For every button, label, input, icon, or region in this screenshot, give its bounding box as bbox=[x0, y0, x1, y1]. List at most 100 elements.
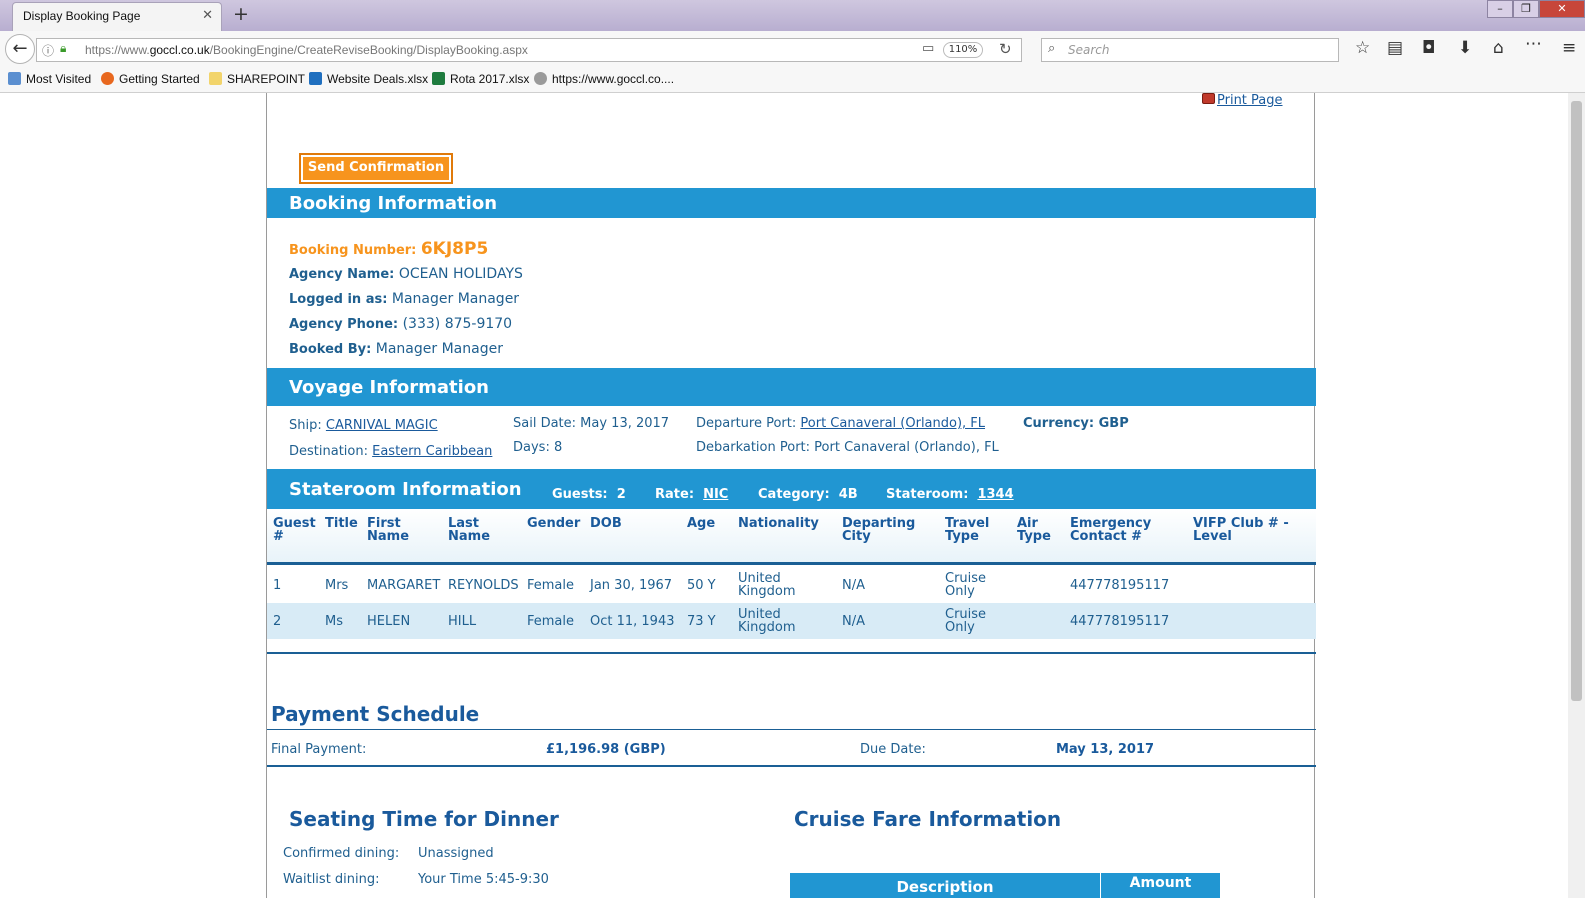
tab-close-icon[interactable]: ✕ bbox=[202, 8, 213, 23]
bookmark-most-visited[interactable]: Most Visited bbox=[8, 72, 91, 86]
stateroom-number: Stateroom: 1344 bbox=[886, 487, 1014, 502]
bookmark-rota[interactable]: Rota 2017.xlsx bbox=[432, 72, 529, 86]
search-placeholder: Search bbox=[1068, 43, 1110, 57]
reader-view-icon[interactable]: ▭ bbox=[922, 41, 934, 56]
stateroom-link[interactable]: 1344 bbox=[977, 487, 1013, 502]
final-payment-amount: £1,196.98 (GBP) bbox=[546, 742, 666, 757]
browser-tab[interactable]: Display Booking Page ✕ bbox=[12, 2, 222, 31]
ship-row: Ship: CARNIVAL MAGIC bbox=[289, 418, 438, 433]
ship-link[interactable]: CARNIVAL MAGIC bbox=[326, 418, 438, 433]
col-last-name: Last Name bbox=[448, 516, 491, 544]
table-row: 1 Mrs MARGARET REYNOLDS Female Jan 30, 1… bbox=[273, 571, 1170, 599]
category: Category: 4B bbox=[758, 487, 858, 502]
agency-name-row: Agency Name: OCEAN HOLIDAYS bbox=[289, 266, 523, 282]
agency-phone: (333) 875-9170 bbox=[402, 316, 513, 332]
minimize-icon[interactable]: – bbox=[1487, 0, 1513, 18]
site-info-icon[interactable]: ⓘ bbox=[42, 42, 54, 59]
final-payment-label: Final Payment: bbox=[271, 742, 367, 757]
col-title: Title bbox=[325, 516, 358, 531]
back-arrow-icon[interactable]: ← bbox=[5, 34, 35, 64]
lock-icon: 🔒︎ bbox=[60, 41, 67, 55]
booked-by-row: Booked By: Manager Manager bbox=[289, 341, 503, 357]
window-close-icon[interactable]: ✕ bbox=[1539, 0, 1585, 18]
voyage-info-title: Voyage Information bbox=[289, 377, 489, 398]
bookmark-website-deals[interactable]: Website Deals.xlsx bbox=[309, 72, 428, 86]
folder-icon bbox=[209, 72, 222, 85]
vertical-scrollbar[interactable] bbox=[1568, 93, 1585, 898]
agency-phone-row: Agency Phone: (333) 875-9170 bbox=[289, 316, 513, 332]
new-tab-icon[interactable]: + bbox=[233, 3, 249, 25]
pocket-icon[interactable]: ◘ bbox=[1422, 38, 1435, 58]
booking-number-row: Booking Number: 6KJ8P5 bbox=[289, 239, 489, 259]
col-travel-type: Travel Type bbox=[945, 516, 990, 544]
download-icon[interactable]: ⬇ bbox=[1458, 38, 1472, 58]
dining-title: Seating Time for Dinner bbox=[289, 807, 559, 831]
booking-info-title: Booking Information bbox=[289, 193, 498, 214]
bookmarks-toolbar: Most Visited Getting Started SHAREPOINT … bbox=[0, 67, 1585, 93]
due-date: May 13, 2017 bbox=[1056, 742, 1155, 757]
scrollbar-thumb[interactable] bbox=[1571, 101, 1582, 701]
guest-table-header: Guest # Title First Name Last Name Gender D… bbox=[267, 509, 1316, 565]
destination-link[interactable]: Eastern Caribbean bbox=[372, 444, 492, 459]
voyage-info-header: Voyage Information bbox=[267, 368, 1316, 406]
confirmed-dining-value: Unassigned bbox=[418, 846, 494, 861]
rate-link[interactable]: NIC bbox=[703, 487, 728, 502]
currency-row: Currency: GBP bbox=[1023, 416, 1129, 431]
cruise-fare-title: Cruise Fare Information bbox=[794, 807, 1062, 831]
table-divider bbox=[267, 652, 1316, 654]
bookmark-goccl[interactable]: https://www.goccl.co.... bbox=[534, 72, 674, 86]
bookmark-getting-started[interactable]: Getting Started bbox=[101, 72, 200, 86]
fare-table-header: Description Amount bbox=[790, 873, 1220, 898]
payment-divider-bottom bbox=[267, 765, 1316, 767]
due-date-label: Due Date: bbox=[860, 742, 926, 757]
payment-schedule-title: Payment Schedule bbox=[271, 702, 480, 726]
days-row: Days: 8 bbox=[513, 440, 563, 455]
excel-icon bbox=[432, 72, 445, 85]
waitlist-dining-label: Waitlist dining: bbox=[283, 872, 380, 887]
stateroom-info-title: Stateroom Information bbox=[289, 479, 522, 500]
most-visited-icon bbox=[8, 72, 21, 85]
col-departing-city: Departing City bbox=[842, 516, 916, 544]
departure-port-link[interactable]: Port Canaveral (Orlando), FL bbox=[800, 416, 985, 431]
col-gender: Gender bbox=[527, 516, 581, 531]
restore-icon[interactable]: ❐ bbox=[1513, 0, 1539, 18]
zoom-level[interactable]: 110% bbox=[943, 42, 983, 58]
reload-icon[interactable]: ↻ bbox=[999, 40, 1012, 58]
sail-date-row: Sail Date: May 13, 2017 bbox=[513, 416, 670, 431]
navigation-bar: ← ⓘ 🔒︎ https://www.goccl.co.uk/BookingEn… bbox=[0, 31, 1585, 67]
col-first-name: First Name bbox=[367, 516, 410, 544]
search-input[interactable]: ⌕ Search bbox=[1041, 38, 1339, 62]
fare-col-amount: Amount bbox=[1100, 873, 1220, 898]
bookmark-star-icon[interactable]: ☆ bbox=[1355, 38, 1370, 58]
col-dob: DOB bbox=[590, 516, 622, 531]
bookmark-sharepoint[interactable]: SHAREPOINT bbox=[209, 72, 305, 86]
send-confirmation-button[interactable]: Send Confirmation bbox=[299, 153, 453, 184]
booking-number: 6KJ8P5 bbox=[420, 239, 489, 259]
stateroom-info-header: Stateroom Information Guests: 2 Rate: NI… bbox=[267, 469, 1316, 509]
col-guest: Guest # bbox=[273, 516, 316, 544]
table-row: 2 Ms HELEN HILL Female Oct 11, 1943 73 Y… bbox=[267, 603, 1316, 639]
debarkation-port-row: Debarkation Port: Port Canaveral (Orland… bbox=[696, 440, 999, 455]
home-icon[interactable]: ⌂ bbox=[1493, 38, 1504, 58]
col-age: Age bbox=[687, 516, 716, 531]
destination-row: Destination: Eastern Caribbean bbox=[289, 444, 493, 459]
library-icon[interactable]: ▤ bbox=[1387, 38, 1403, 58]
booking-info-header: Booking Information bbox=[267, 188, 1316, 218]
search-icon: ⌕ bbox=[1048, 41, 1056, 56]
booked-by: Manager Manager bbox=[375, 341, 503, 357]
menu-icon[interactable]: ≡ bbox=[1562, 38, 1576, 58]
rate: Rate: NIC bbox=[655, 487, 729, 502]
guests-count: Guests: 2 bbox=[552, 487, 626, 502]
col-emergency-contact: Emergency Contact # bbox=[1070, 516, 1152, 544]
col-nationality: Nationality bbox=[738, 516, 819, 531]
fare-col-description: Description bbox=[896, 878, 994, 896]
agency-name: OCEAN HOLIDAYS bbox=[398, 266, 523, 282]
overflow-icon[interactable]: ⋯ bbox=[1525, 34, 1542, 54]
waitlist-dining-value: Your Time 5:45-9:30 bbox=[418, 872, 549, 887]
url-bar[interactable]: ⓘ 🔒︎ https://www.goccl.co.uk/BookingEngi… bbox=[36, 38, 1022, 62]
logged-in-user: Manager Manager bbox=[391, 291, 520, 307]
print-page-link[interactable]: Print Page bbox=[1202, 93, 1283, 108]
departure-port-row: Departure Port: Port Canaveral (Orlando)… bbox=[696, 416, 986, 431]
firefox-icon bbox=[101, 72, 114, 85]
col-vifp-club: VIFP Club # - Level bbox=[1193, 516, 1289, 544]
